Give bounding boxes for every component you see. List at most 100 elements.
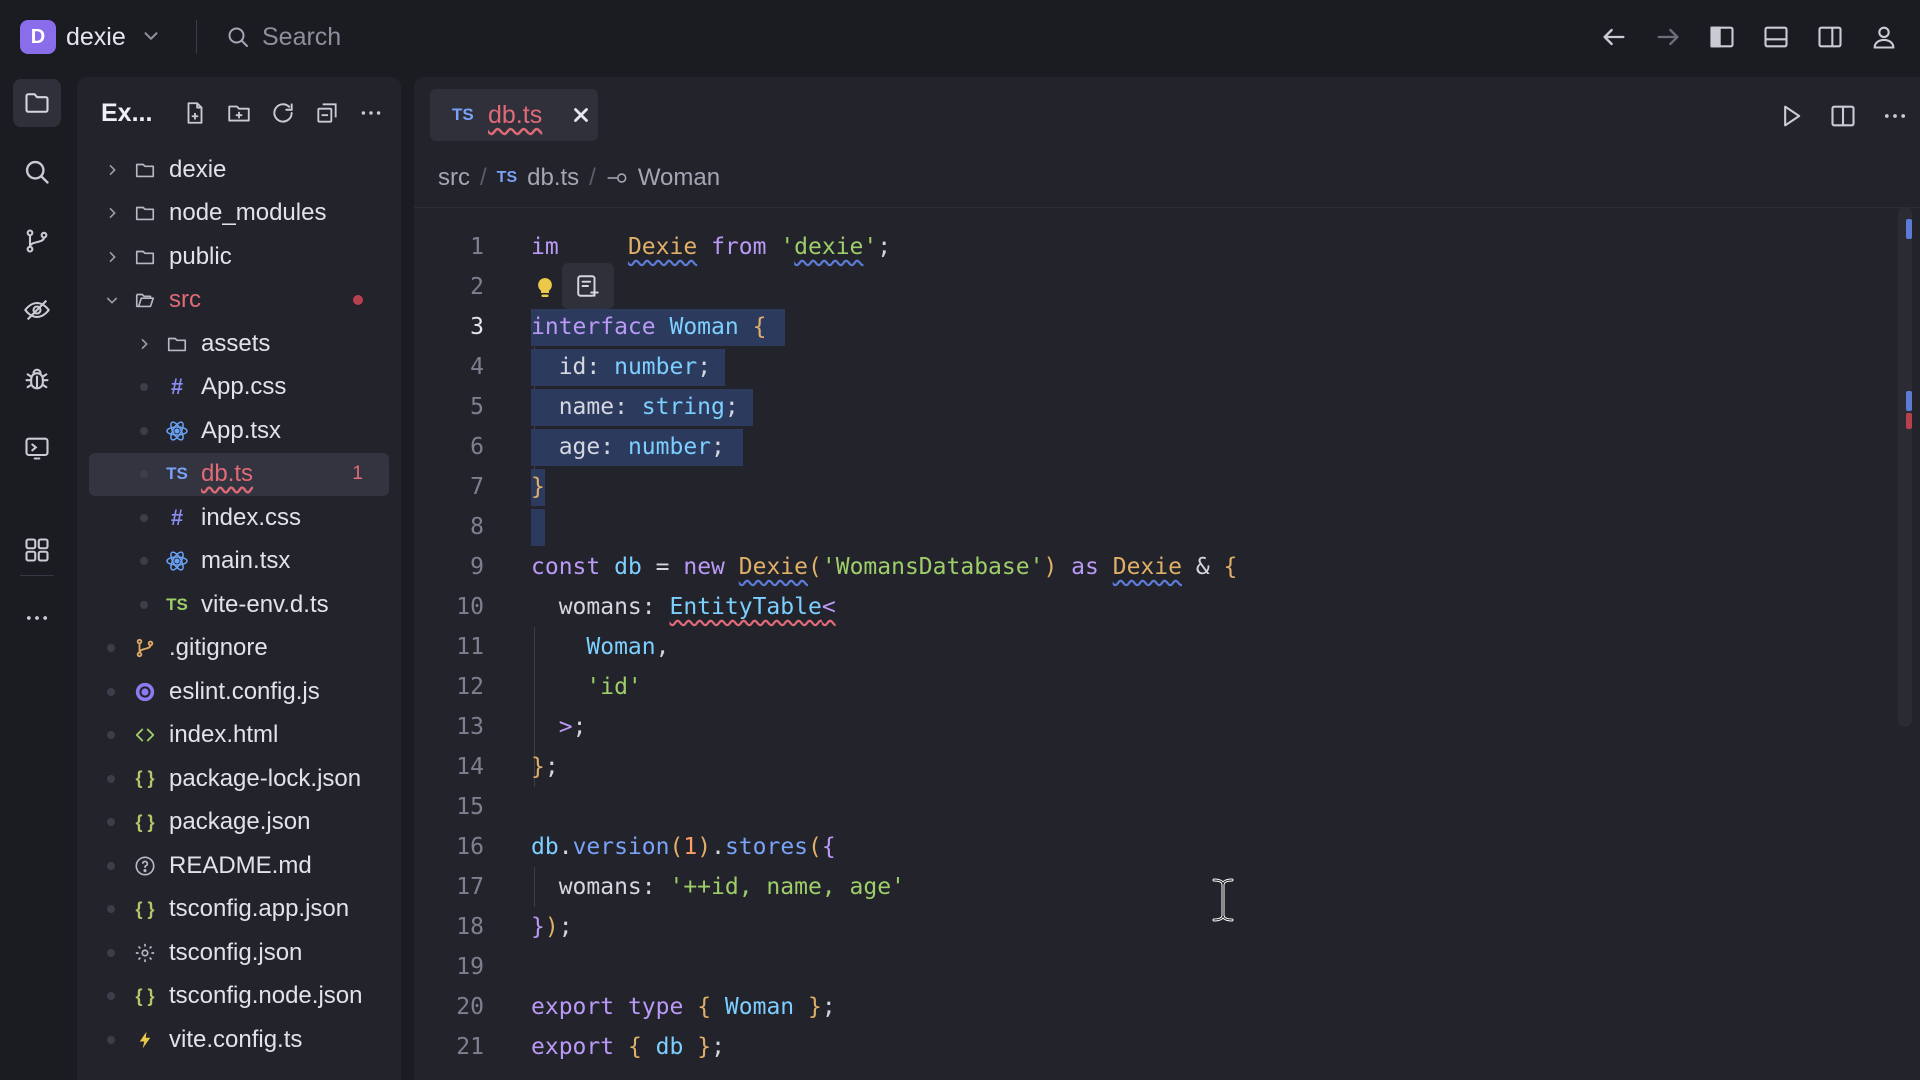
tree-item-gitignore[interactable]: .gitignore xyxy=(89,627,389,671)
workspace-avatar[interactable]: D xyxy=(20,20,56,54)
line-number: 19 xyxy=(456,954,484,980)
tree-item-label: tsconfig.app.json xyxy=(169,895,350,923)
arrow-left-icon[interactable] xyxy=(1592,16,1636,58)
explorer-icon[interactable] xyxy=(13,79,61,127)
debug-icon[interactable] xyxy=(13,355,61,403)
breadcrumb-symbol[interactable]: Woman xyxy=(638,164,720,192)
scrollbar[interactable] xyxy=(1898,207,1912,727)
code-area[interactable]: 1 im Dexie from 'dexie'; 2 3 interface Woman… xyxy=(414,227,1874,1067)
code-line[interactable]: 3 interface Woman { xyxy=(414,307,1874,347)
tree-item-tsconfig-app[interactable]: { } tsconfig.app.json xyxy=(89,888,389,932)
tree-item-eslint-config[interactable]: eslint.config.js xyxy=(89,670,389,714)
activity-bar xyxy=(0,74,74,1080)
more-icon[interactable] xyxy=(353,95,389,131)
code-line[interactable]: 20 export type { Woman }; xyxy=(414,987,1874,1027)
breadcrumb-file[interactable]: db.ts xyxy=(527,164,579,192)
code-line[interactable]: 4 id: number; xyxy=(414,347,1874,387)
remote-icon[interactable] xyxy=(13,286,61,334)
new-file-icon[interactable] xyxy=(177,95,213,131)
info-icon xyxy=(131,853,159,879)
folder-open-icon xyxy=(131,287,159,313)
code-line[interactable]: 8 xyxy=(414,507,1874,547)
refresh-icon[interactable] xyxy=(265,95,301,131)
code-token: } xyxy=(531,914,545,940)
tree-item-node-modules[interactable]: node_modules xyxy=(89,192,389,236)
code-line[interactable]: 9 const db = new Dexie('WomansDatabase') … xyxy=(414,547,1874,587)
tree-item-main-tsx[interactable]: main.tsx xyxy=(89,540,389,584)
code-text: name: string; xyxy=(531,394,739,420)
code-line[interactable]: 17 womans: '++id, name, age' xyxy=(414,867,1874,907)
search-box[interactable]: Search xyxy=(226,18,341,56)
tree-item-tsconfig-node[interactable]: { } tsconfig.node.json xyxy=(89,975,389,1019)
tab-label: db.ts xyxy=(488,100,543,129)
tree-item-assets[interactable]: assets xyxy=(89,322,389,366)
extensions-icon[interactable] xyxy=(13,526,61,574)
code-line[interactable]: 10 womans: EntityTable< xyxy=(414,587,1874,627)
tree-item-vite-config[interactable]: vite.config.ts xyxy=(89,1018,389,1062)
line-number: 3 xyxy=(470,314,484,340)
tree-item-dexie[interactable]: dexie xyxy=(89,148,389,192)
code-token: , xyxy=(655,634,670,660)
tree-item-src[interactable]: src xyxy=(89,279,389,323)
indent-dot xyxy=(140,426,148,435)
new-folder-icon[interactable] xyxy=(221,95,257,131)
code-line[interactable]: 18}); xyxy=(414,907,1874,947)
eslint-icon xyxy=(131,679,159,705)
code-token: version xyxy=(572,834,670,860)
tree-item-package-lock[interactable]: { } package-lock.json xyxy=(89,757,389,801)
breadcrumb-folder[interactable]: src xyxy=(438,164,470,192)
tree-item-app-tsx[interactable]: App.tsx xyxy=(89,409,389,453)
panel-right-icon[interactable] xyxy=(1808,16,1852,58)
user-icon[interactable] xyxy=(1862,16,1906,58)
code-line[interactable]: 12 'id' xyxy=(414,667,1874,707)
panel-bottom-icon[interactable] xyxy=(1754,16,1798,58)
code-line[interactable]: 7} xyxy=(414,467,1874,507)
line-number: 10 xyxy=(456,594,484,620)
source-control-icon[interactable] xyxy=(13,217,61,265)
code-line[interactable]: 11 Woman, xyxy=(414,627,1874,667)
code-line[interactable]: 16 db.version(1).stores({ xyxy=(414,827,1874,867)
tree-item-vite-env[interactable]: TS vite-env.d.ts xyxy=(89,583,389,627)
more-icon[interactable] xyxy=(1876,97,1914,135)
code-line[interactable]: 21 export { db }; xyxy=(414,1027,1874,1067)
tree-item-readme[interactable]: README.md xyxy=(89,844,389,888)
workspace-name[interactable]: dexie xyxy=(66,20,126,54)
panel-left-icon[interactable] xyxy=(1700,16,1744,58)
code-line[interactable]: 6 age: number; xyxy=(414,427,1874,467)
collapse-all-icon[interactable] xyxy=(309,95,345,131)
indent-dot xyxy=(140,513,148,522)
code-line[interactable]: 5 name: string; xyxy=(414,387,1874,427)
error-count-badge: 1 xyxy=(352,463,363,485)
code-line[interactable]: 2 xyxy=(414,267,1874,307)
tree-item-index-css[interactable]: # index.css xyxy=(89,496,389,540)
code-line[interactable]: 14}; xyxy=(414,747,1874,787)
arrow-right-icon[interactable] xyxy=(1646,16,1690,58)
chevron-down-icon[interactable] xyxy=(140,25,162,47)
split-editor-icon[interactable] xyxy=(1824,97,1862,135)
tree-item-public[interactable]: public xyxy=(89,235,389,279)
close-icon[interactable] xyxy=(570,104,592,126)
tree-item-db-ts[interactable]: TS db.ts 1 xyxy=(89,452,389,496)
terminal-icon[interactable] xyxy=(13,424,61,472)
code-text: womans: '++id, name, age' xyxy=(531,874,905,900)
play-icon[interactable] xyxy=(1772,97,1810,135)
search-icon[interactable] xyxy=(13,148,61,196)
tree-item-label: App.tsx xyxy=(201,416,282,444)
code-token: new xyxy=(683,554,725,580)
code-token: as xyxy=(1071,554,1099,580)
code-token: Woman xyxy=(669,314,739,340)
tree-item-index-html[interactable]: index.html xyxy=(89,714,389,758)
tree-item-package-json[interactable]: { } package.json xyxy=(89,801,389,845)
code-token: number xyxy=(627,434,712,460)
code-line[interactable]: 15 xyxy=(414,787,1874,827)
code-text: Woman, xyxy=(531,634,670,660)
tab-db-ts[interactable]: TS db.ts xyxy=(430,89,598,141)
code-line[interactable]: 13 >; xyxy=(414,707,1874,747)
more-icon[interactable] xyxy=(13,594,61,642)
code-line[interactable]: 19 xyxy=(414,947,1874,987)
code-line[interactable]: 1 im Dexie from 'dexie'; xyxy=(414,227,1874,267)
tree-item-app-css[interactable]: # App.css xyxy=(89,366,389,410)
tree-item-tsconfig[interactable]: tsconfig.json xyxy=(89,931,389,975)
